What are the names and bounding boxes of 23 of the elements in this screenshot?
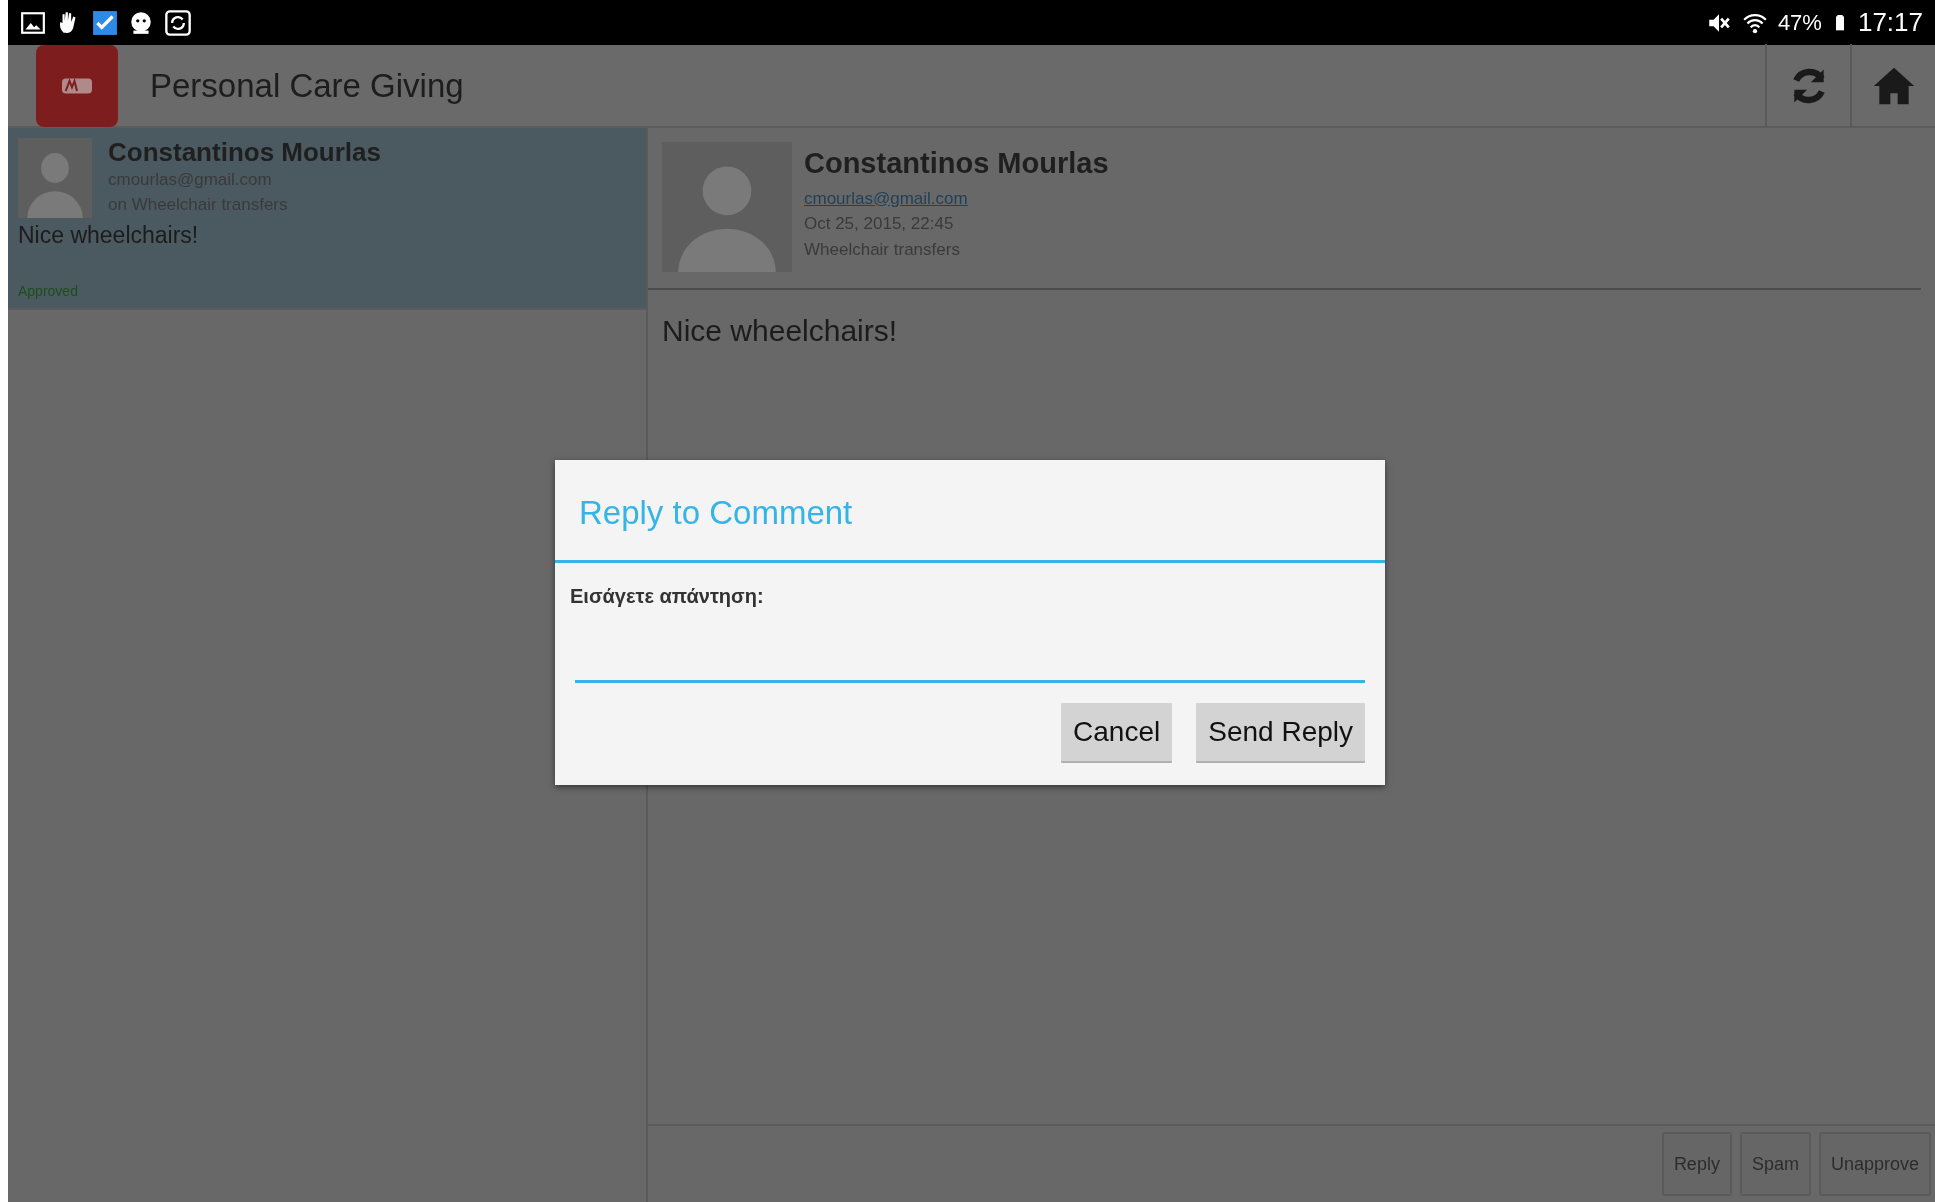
app-title: Personal Care Giving [150,65,464,106]
action-button[interactable]: Reply [1661,1132,1732,1196]
comment-text: Nice wheelchairs! [661,313,899,349]
checklist-icon [92,9,118,36]
commenter-name: Constantinos Mourlas [108,138,381,167]
dialog-button[interactable]: Cancel [1061,702,1173,763]
app-logo-icon [36,44,118,127]
commenter-name: Constantinos Mourlas [804,146,1109,181]
dialog-title: Reply to Comment [555,460,1385,563]
dialog-button[interactable]: Send Reply [1196,702,1365,763]
reply-label: Εισάγετε απάντηση: [569,583,765,609]
email-link[interactable]: cmourlas@gmail.com [804,188,968,208]
comment-status: Approved [18,281,79,301]
sync-screen-icon [164,8,192,37]
action-button[interactable]: Unapprove [1818,1132,1931,1196]
avatar-icon [662,142,792,272]
comment-text: Nice wheelchairs! [18,221,200,250]
clock-time: 17:17 [1857,6,1923,39]
action-button[interactable]: Spam [1739,1132,1811,1196]
picture-icon [20,9,46,36]
battery-percent: 47% [1777,9,1822,37]
avatar-icon [18,138,92,218]
face-icon [128,9,154,36]
